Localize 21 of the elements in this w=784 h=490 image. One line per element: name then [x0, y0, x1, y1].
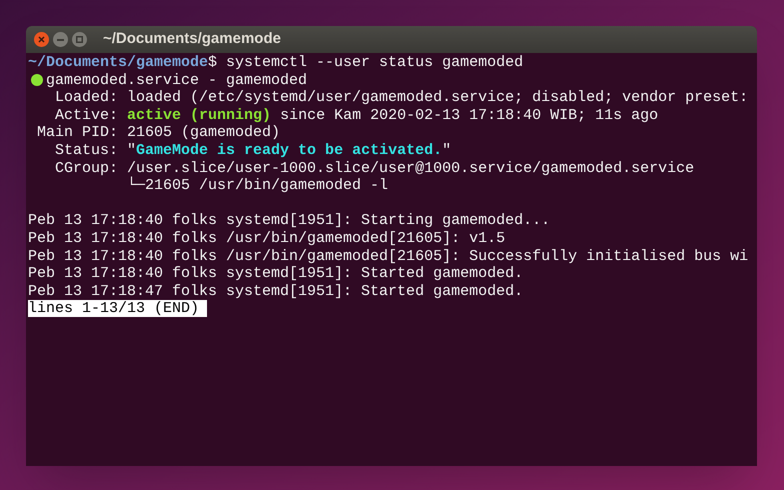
- terminal-line: Peb 13 17:18:47 folks systemd[1951]: Started gamemoded.: [28, 282, 524, 300]
- terminal-line: Main PID: 21605 (gamemoded): [36, 124, 280, 142]
- terminal-line: Peb 13 17:18:40 folks systemd[1951]: Started gamemoded.: [28, 265, 524, 283]
- terminal-line: Status: "GameMode is ready to be activated.": [54, 142, 452, 160]
- terminal-line: └─21605 /usr/bin/gamemoded -l: [126, 177, 388, 195]
- pager-status: lines 1-13/13 (END): [28, 300, 208, 318]
- close-icon: [38, 36, 45, 43]
- maximize-button[interactable]: [72, 32, 87, 47]
- terminal-line: Peb 13 17:18:40 folks systemd[1951]: Starting gamemoded...: [28, 212, 550, 230]
- close-button[interactable]: [34, 32, 49, 47]
- maximize-icon: [76, 36, 83, 43]
- terminal-line: Loaded: loaded (/etc/systemd/user/gamemoded.service; disabled; vendor preset:: [54, 89, 748, 107]
- minimize-icon: [57, 38, 64, 40]
- terminal-line: gamemoded.service - gamemoded: [46, 72, 308, 90]
- terminal-line: Active: active (running) since Kam 2020-02-13 17:18:40 WIB; 11s ago: [54, 106, 658, 124]
- terminal-line: Peb 13 17:18:40 folks /usr/bin/gamemoded[21605]: Successfully initialised bus wi: [28, 248, 748, 266]
- window-title: ~/Documents/gamemode: [103, 29, 281, 50]
- terminal-line: Peb 13 17:18:40 folks /usr/bin/gamemoded[21605]: v1.5: [28, 230, 506, 248]
- minimize-button[interactable]: [53, 32, 68, 47]
- terminal-line: ~/Documents/gamemode$ systemctl --user status gamemoded: [28, 54, 524, 72]
- terminal-line: CGroup: /user.slice/user-1000.slice/user@1000.service/gamemoded.service: [54, 160, 694, 177]
